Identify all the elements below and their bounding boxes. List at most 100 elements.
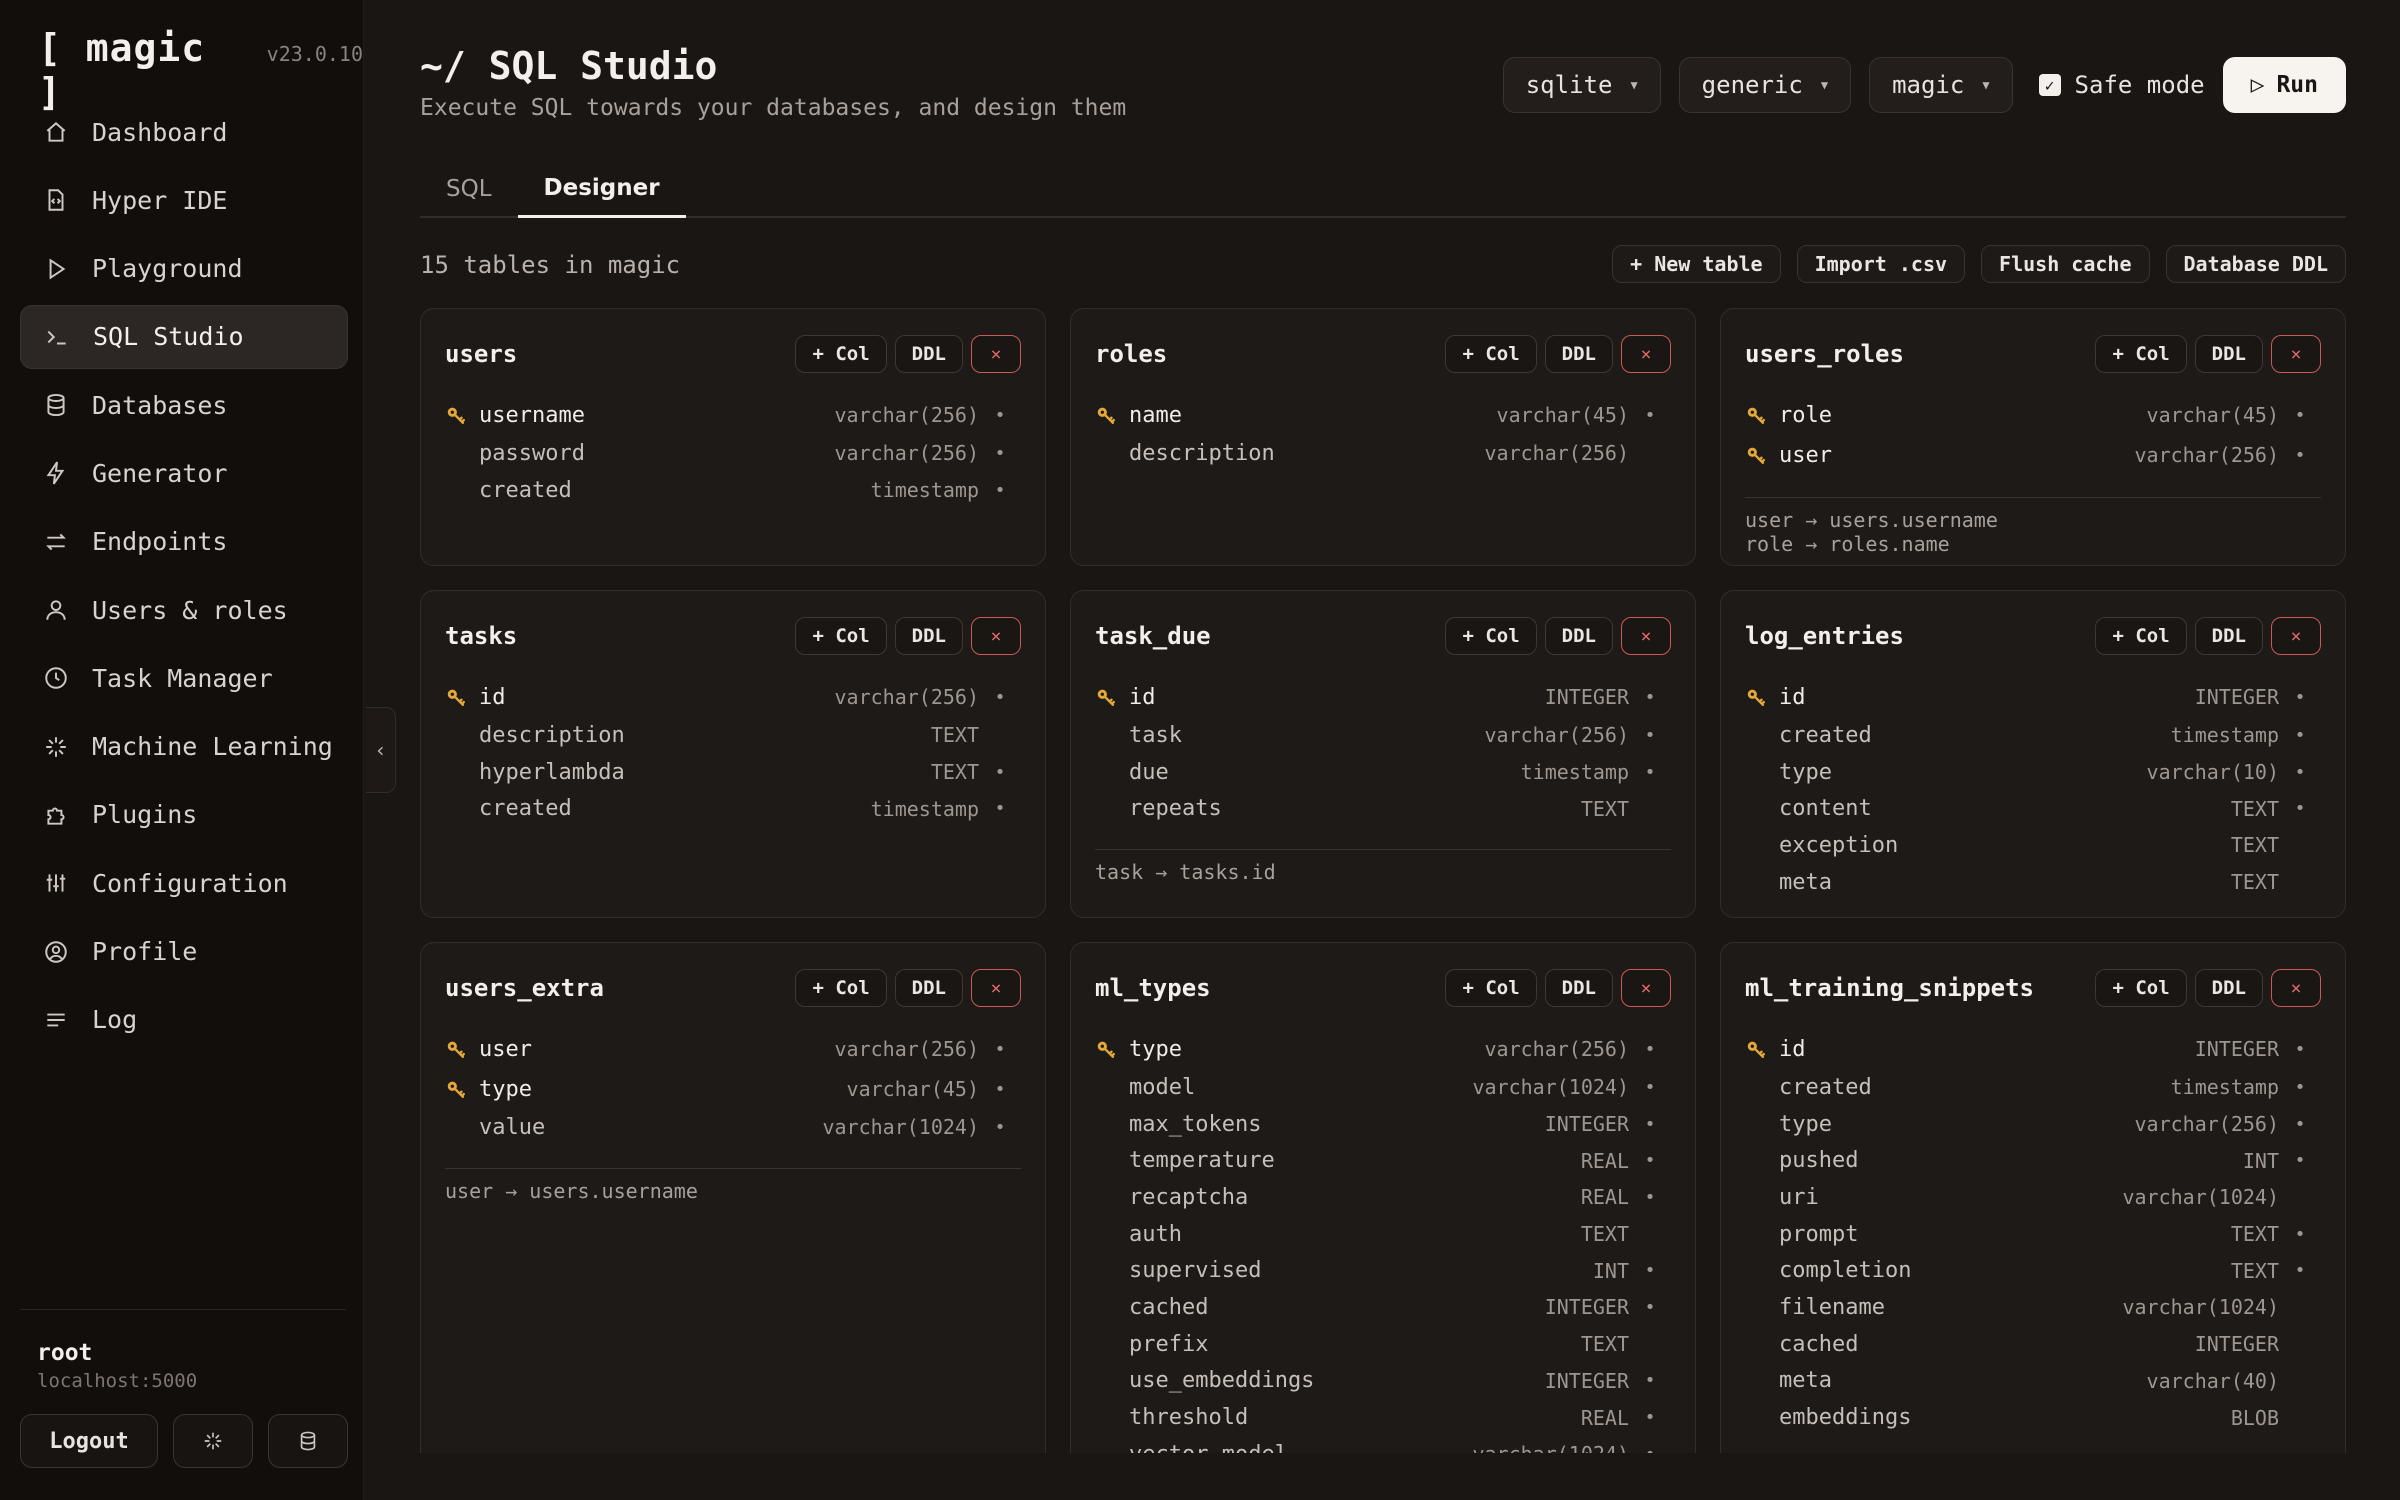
sidebar-item-configuration[interactable]: Configuration [20,851,348,915]
column-row[interactable]: model varchar(1024) • [1095,1069,1671,1106]
column-row[interactable]: created timestamp • [445,790,1021,827]
column-row[interactable]: cached INTEGER [1745,1326,2321,1363]
delete-table-button[interactable]: × [2271,617,2321,655]
add-column-button[interactable]: + Col [795,335,887,373]
column-row[interactable]: created timestamp • [445,472,1021,509]
sidebar-item-machine-learning[interactable]: Machine Learning [20,715,348,779]
delete-table-button[interactable]: × [1621,335,1671,373]
import-csv-button[interactable]: Import .csv [1796,245,1966,283]
column-row[interactable]: meta TEXT [1745,864,2321,901]
column-row[interactable]: uri varchar(1024) [1745,1179,2321,1216]
table-ddl-button[interactable]: DDL [894,969,963,1007]
column-row[interactable]: repeats TEXT [1095,790,1671,827]
database-button[interactable] [268,1414,348,1468]
add-column-button[interactable]: + Col [1445,617,1537,655]
column-row[interactable]: type varchar(45) • [445,1069,1021,1109]
column-row[interactable]: prefix TEXT [1095,1326,1671,1363]
table-ddl-button[interactable]: DDL [2194,335,2263,373]
column-row[interactable]: recaptcha REAL • [1095,1179,1671,1216]
delete-table-button[interactable]: × [2271,335,2321,373]
column-row[interactable]: task varchar(256) • [1095,717,1671,754]
column-row[interactable]: auth TEXT [1095,1216,1671,1253]
column-row[interactable]: threshold REAL • [1095,1399,1671,1436]
add-column-button[interactable]: + Col [795,617,887,655]
column-row[interactable]: password varchar(256) • [445,435,1021,472]
column-row[interactable]: id varchar(256) • [445,677,1021,717]
column-row[interactable]: type varchar(256) • [1095,1029,1671,1069]
column-row[interactable]: hyperlambda TEXT • [445,754,1021,791]
sidebar-item-databases[interactable]: Databases [20,373,348,437]
column-row[interactable]: prompt TEXT • [1745,1216,2321,1253]
theme-button[interactable] [173,1414,253,1468]
column-row[interactable]: user varchar(256) • [1745,435,2321,475]
column-row[interactable]: vector_model varchar(1024) • [1095,1436,1671,1453]
column-row[interactable]: type varchar(256) • [1745,1106,2321,1143]
table-ddl-button[interactable]: DDL [1544,335,1613,373]
column-row[interactable]: meta varchar(40) [1745,1363,2321,1400]
add-column-button[interactable]: + Col [2095,969,2187,1007]
tab-designer[interactable]: Designer [517,160,686,218]
safe-mode-toggle[interactable]: ✓ Safe mode [2038,71,2205,99]
add-column-button[interactable]: + Col [1445,969,1537,1007]
connection-select[interactable]: generic ▼ [1678,57,1852,113]
column-row[interactable]: temperature REAL • [1095,1142,1671,1179]
column-row[interactable]: cached INTEGER • [1095,1289,1671,1326]
delete-table-button[interactable]: × [1621,617,1671,655]
new-table-button[interactable]: + New table [1612,245,1781,283]
column-row[interactable]: completion TEXT • [1745,1252,2321,1289]
column-row[interactable]: max_tokens INTEGER • [1095,1106,1671,1143]
table-ddl-button[interactable]: DDL [894,617,963,655]
add-column-button[interactable]: + Col [2095,335,2187,373]
column-row[interactable]: description TEXT [445,717,1021,754]
sidebar-item-plugins[interactable]: Plugins [20,783,348,847]
column-row[interactable]: due timestamp • [1095,754,1671,791]
sidebar-item-profile[interactable]: Profile [20,920,348,984]
sidebar-item-task-manager[interactable]: Task Manager [20,646,348,710]
table-ddl-button[interactable]: DDL [1544,969,1613,1007]
column-row[interactable]: created timestamp • [1745,717,2321,754]
delete-table-button[interactable]: × [971,335,1021,373]
sidebar-item-playground[interactable]: Playground [20,237,348,301]
column-row[interactable]: id INTEGER • [1095,677,1671,717]
column-row[interactable]: exception TEXT [1745,827,2321,864]
column-row[interactable]: created timestamp • [1745,1069,2321,1106]
flush-cache-button[interactable]: Flush cache [1981,245,2150,283]
column-row[interactable]: user varchar(256) • [445,1029,1021,1069]
column-row[interactable]: description varchar(256) [1095,435,1671,472]
run-button[interactable]: ▷ Run [2222,57,2346,113]
table-ddl-button[interactable]: DDL [2194,969,2263,1007]
sidebar-item-dashboard[interactable]: Dashboard [20,100,348,164]
logout-button[interactable]: Logout [20,1414,158,1468]
table-ddl-button[interactable]: DDL [2194,617,2263,655]
add-column-button[interactable]: + Col [795,969,887,1007]
column-row[interactable]: id INTEGER • [1745,1029,2321,1069]
table-ddl-button[interactable]: DDL [1544,617,1613,655]
sidebar-item-hyper-ide[interactable]: Hyper IDE [20,168,348,232]
column-row[interactable]: pushed INT • [1745,1142,2321,1179]
add-column-button[interactable]: + Col [2095,617,2187,655]
add-column-button[interactable]: + Col [1445,335,1537,373]
sidebar-item-generator[interactable]: Generator [20,441,348,505]
delete-table-button[interactable]: × [1621,969,1671,1007]
sidebar-item-users-roles[interactable]: Users & roles [20,578,348,642]
sidebar-item-endpoints[interactable]: Endpoints [20,510,348,574]
column-row[interactable]: type varchar(10) • [1745,754,2321,791]
column-row[interactable]: role varchar(45) • [1745,395,2321,435]
column-row[interactable]: id INTEGER • [1745,677,2321,717]
database-select[interactable]: magic ▼ [1869,57,2013,113]
column-row[interactable]: embeddings BLOB [1745,1399,2321,1436]
delete-table-button[interactable]: × [971,969,1021,1007]
table-ddl-button[interactable]: DDL [894,335,963,373]
column-row[interactable]: value varchar(1024) • [445,1109,1021,1146]
database-type-select[interactable]: sqlite ▼ [1502,57,1661,113]
column-row[interactable]: content TEXT • [1745,790,2321,827]
column-row[interactable]: username varchar(256) • [445,395,1021,435]
delete-table-button[interactable]: × [2271,969,2321,1007]
column-row[interactable]: supervised INT • [1095,1252,1671,1289]
sidebar-collapse-handle[interactable]: ‹ [366,707,396,793]
database-ddl-button[interactable]: Database DDL [2165,245,2346,283]
delete-table-button[interactable]: × [971,617,1021,655]
column-row[interactable]: filename varchar(1024) [1745,1289,2321,1326]
column-row[interactable]: name varchar(45) • [1095,395,1671,435]
sidebar-item-sql-studio[interactable]: SQL Studio [20,304,348,369]
